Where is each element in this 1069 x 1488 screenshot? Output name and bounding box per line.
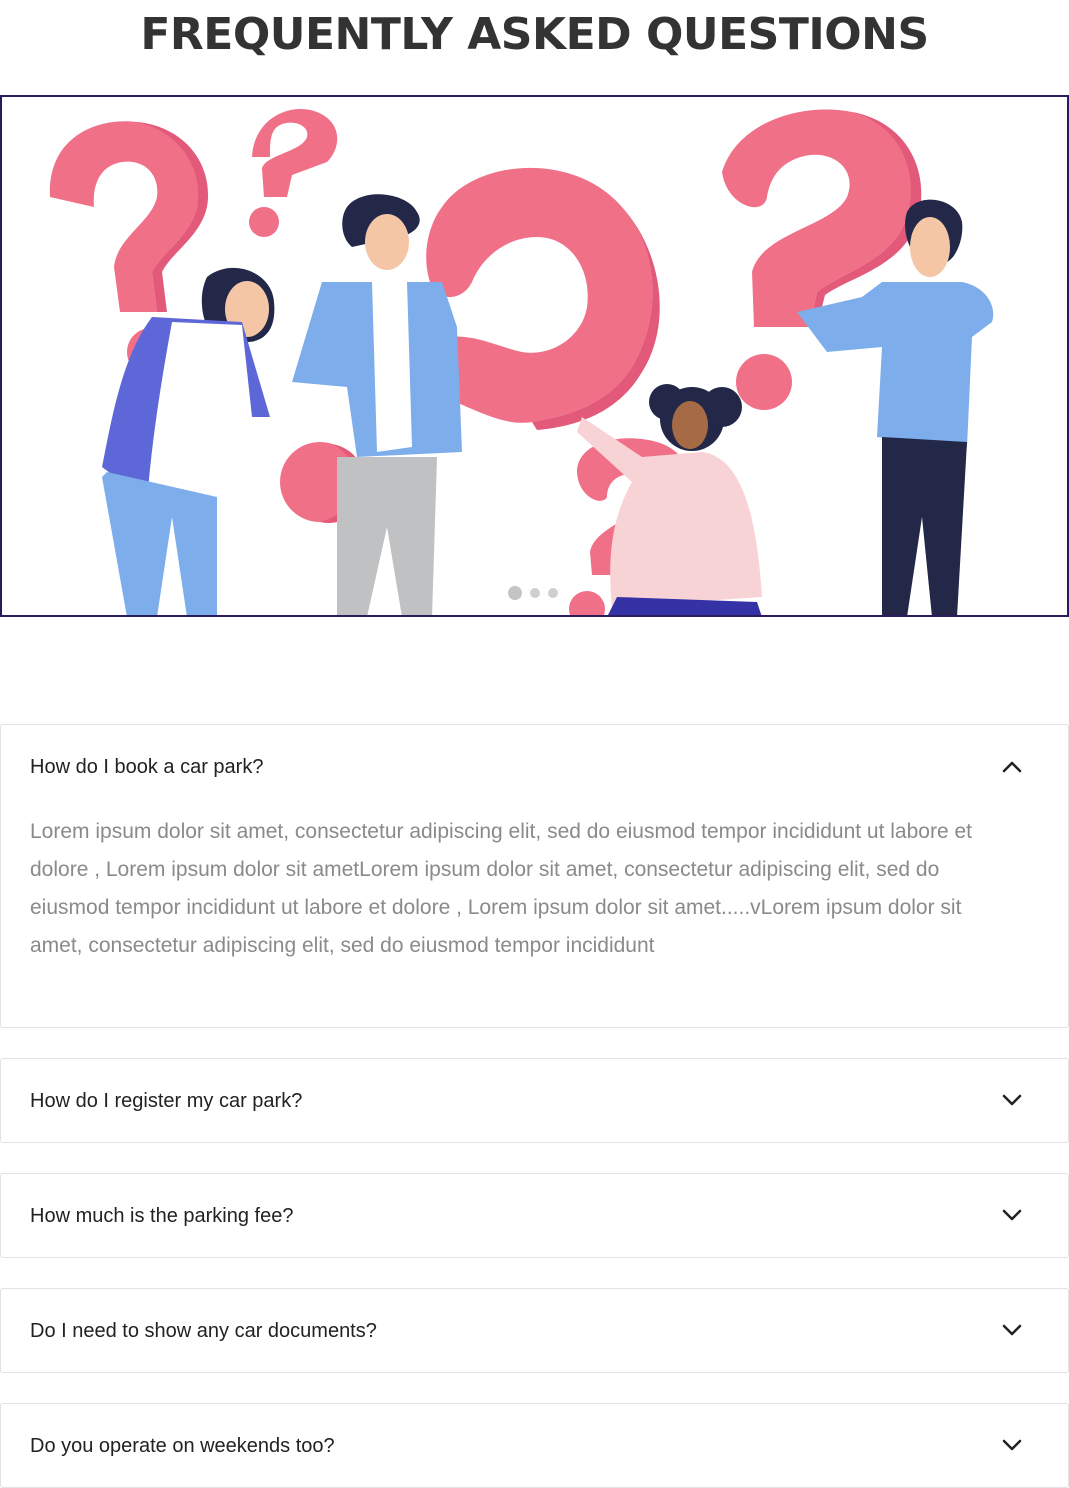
chevron-down-icon[interactable] bbox=[1000, 1203, 1024, 1227]
faq-item-book-car-park[interactable]: How do I book a car park? Lorem ipsum do… bbox=[0, 724, 1069, 1028]
faq-answer: Lorem ipsum dolor sit amet, consectetur … bbox=[30, 820, 972, 957]
faq-question[interactable]: How do I register my car park? bbox=[30, 1088, 302, 1114]
chevron-down-icon[interactable] bbox=[1000, 1088, 1024, 1112]
chevron-up-icon[interactable] bbox=[1000, 755, 1024, 779]
carousel-dot-1[interactable] bbox=[508, 586, 522, 600]
faq-question[interactable]: Do I need to show any car documents? bbox=[30, 1318, 377, 1344]
faq-question[interactable]: Do you operate on weekends too? bbox=[30, 1433, 335, 1459]
faq-item-weekends[interactable]: Do you operate on weekends too? bbox=[0, 1403, 1069, 1488]
chevron-down-icon[interactable] bbox=[1000, 1318, 1024, 1342]
faq-question[interactable]: How much is the parking fee? bbox=[30, 1203, 293, 1229]
carousel-dots bbox=[508, 586, 558, 600]
hero-carousel[interactable] bbox=[0, 95, 1069, 617]
chevron-down-icon[interactable] bbox=[1000, 1433, 1024, 1457]
carousel-dot-2[interactable] bbox=[530, 588, 540, 598]
carousel-dot-3[interactable] bbox=[548, 588, 558, 598]
faq-item-car-documents[interactable]: Do I need to show any car documents? bbox=[0, 1288, 1069, 1373]
people-with-question-marks-illustration bbox=[49, 109, 994, 615]
faq-item-register-car-park[interactable]: How do I register my car park? bbox=[0, 1058, 1069, 1143]
faq-question[interactable]: How do I book a car park? bbox=[30, 754, 263, 780]
page-title: FREQUENTLY ASKED QUESTIONS bbox=[140, 9, 929, 60]
faq-item-parking-fee[interactable]: How much is the parking fee? bbox=[0, 1173, 1069, 1258]
